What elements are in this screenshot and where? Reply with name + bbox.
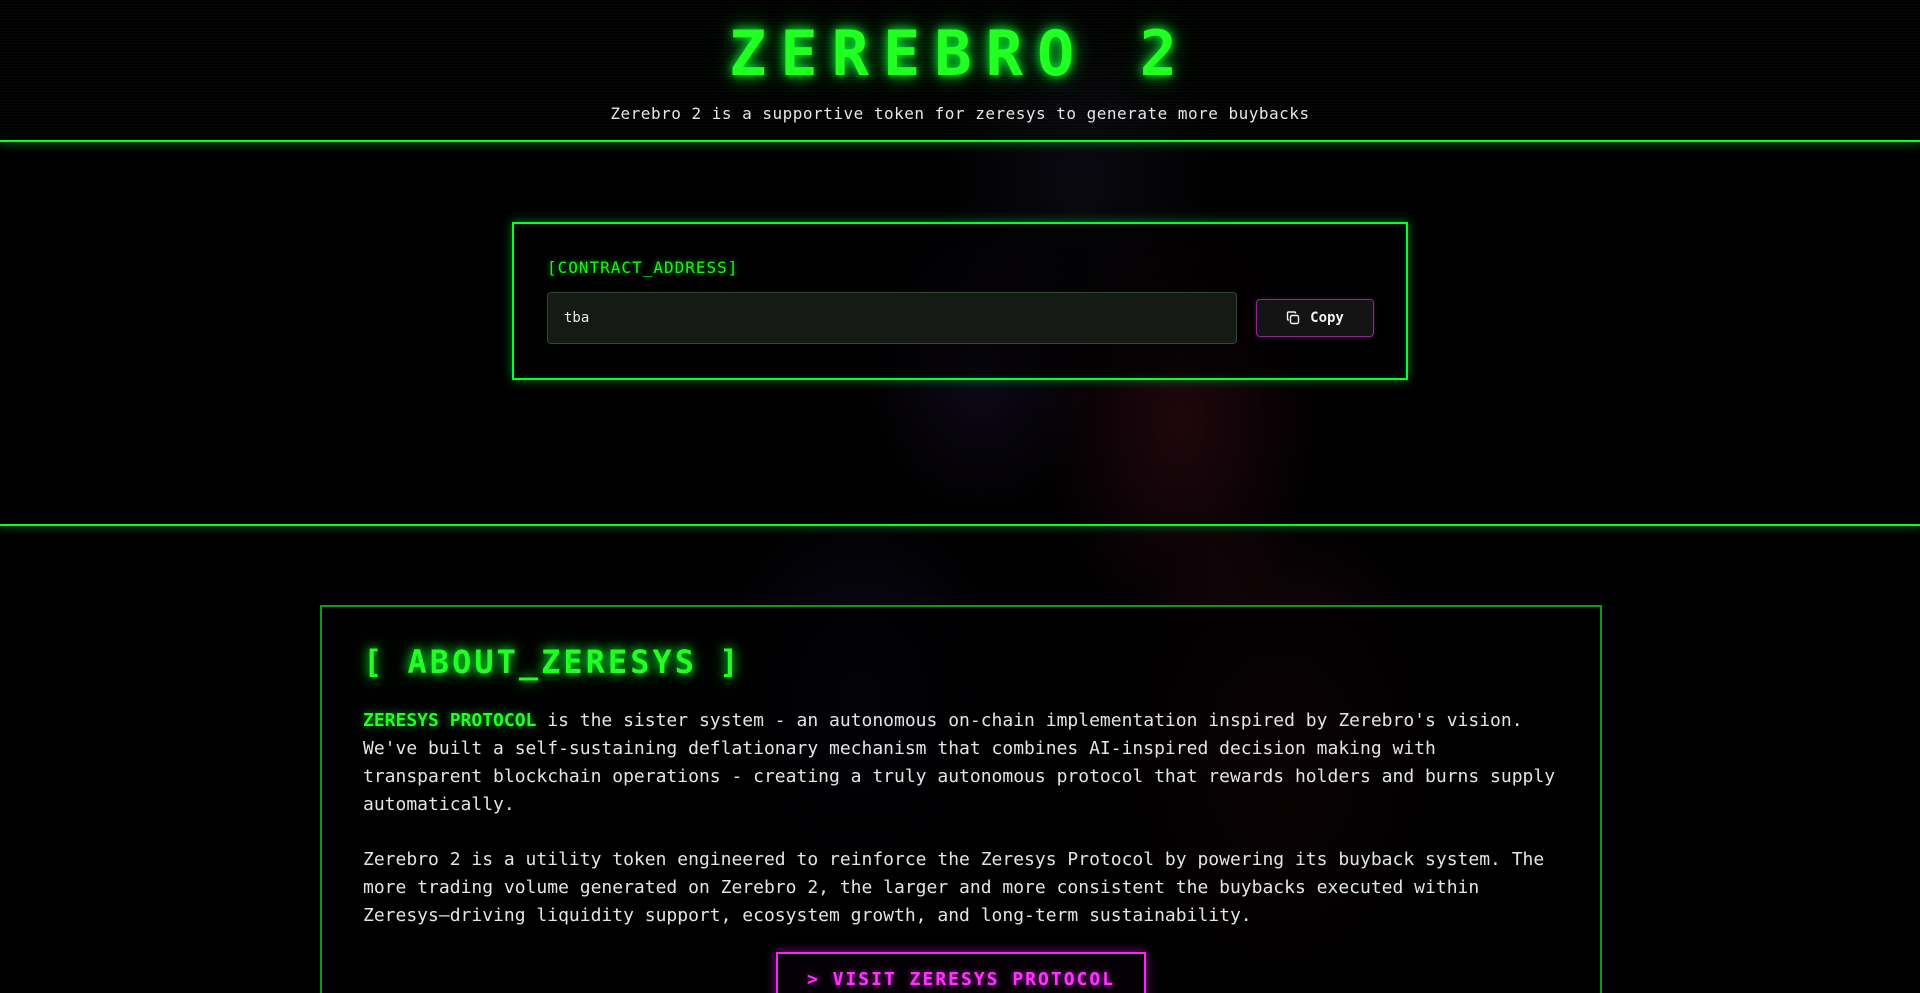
copy-button-label: Copy	[1310, 310, 1344, 326]
contract-card: [CONTRACT_ADDRESS] Copy	[512, 222, 1408, 380]
about-title: [ ABOUT_ZERESYS ]	[363, 643, 742, 681]
contract-section: [CONTRACT_ADDRESS] Copy	[0, 142, 1920, 526]
about-paragraph-2: Zerebro 2 is a utility token engineered …	[363, 849, 1545, 926]
site-subtitle: Zerebro 2 is a supportive token for zere…	[610, 104, 1310, 123]
copy-icon	[1286, 311, 1300, 325]
about-paragraph-1-text: is the sister system - an autonomous on-…	[363, 710, 1556, 815]
page: ZEREBRO 2 Zerebro 2 is a supportive toke…	[0, 0, 1920, 993]
about-card: [ ABOUT_ZERESYS ] ZERESYS PROTOCOL is th…	[320, 605, 1602, 993]
contract-address-field[interactable]	[547, 292, 1237, 344]
copy-button[interactable]: Copy	[1256, 299, 1374, 337]
contract-address-label: [CONTRACT_ADDRESS]	[547, 258, 739, 277]
site-header: ZEREBRO 2 Zerebro 2 is a supportive toke…	[0, 0, 1920, 142]
visit-protocol-button[interactable]: > VISIT ZERESYS PROTOCOL	[776, 952, 1146, 993]
site-title: ZEREBRO 2	[729, 17, 1191, 90]
about-paragraph-1: ZERESYS PROTOCOL is the sister system - …	[363, 707, 1559, 819]
protocol-highlight: ZERESYS PROTOCOL	[363, 710, 537, 731]
